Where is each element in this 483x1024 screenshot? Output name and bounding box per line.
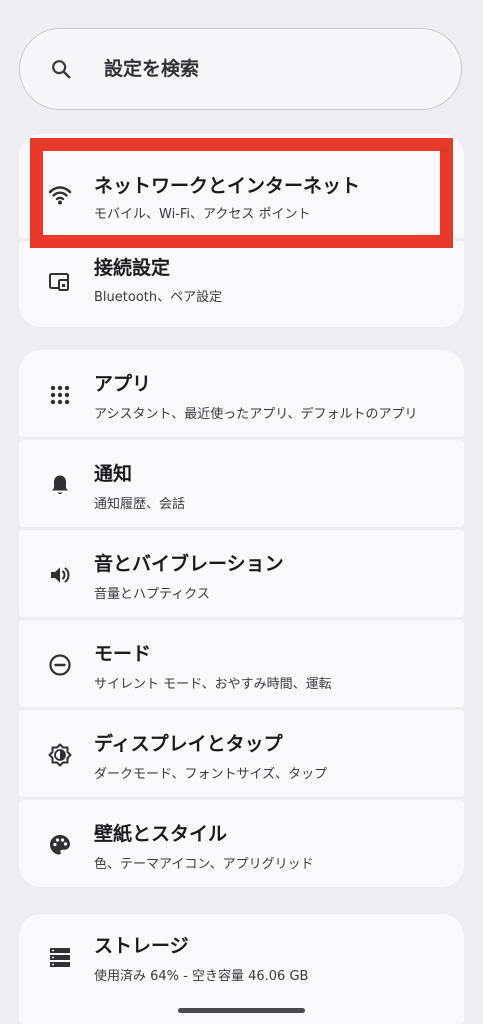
palette-icon bbox=[50, 835, 70, 855]
item-subtitle: モバイル、Wi-Fi、アクセス ポイント bbox=[94, 207, 311, 222]
apps-grid-icon bbox=[50, 385, 70, 405]
volume-icon bbox=[51, 567, 70, 583]
search-bar[interactable]: 設定を検索 bbox=[19, 28, 462, 110]
settings-group-connectivity: ネットワークとインターネット モバイル、Wi-Fi、アクセス ポイント 接続設定… bbox=[19, 134, 464, 327]
settings-item-wallpaper-style[interactable]: 壁紙とスタイル 色、テーマアイコン、アプリグリッド bbox=[19, 800, 464, 887]
item-subtitle: ダークモード、フォントサイズ、タップ bbox=[94, 767, 328, 782]
item-subtitle: 色、テーマアイコン、アプリグリッド bbox=[94, 857, 314, 872]
item-title: 音とバイブレーション bbox=[94, 553, 284, 575]
item-title: ネットワークとインターネット bbox=[94, 175, 361, 197]
item-title: モード bbox=[94, 643, 152, 665]
settings-item-network-internet[interactable]: ネットワークとインターネット モバイル、Wi-Fi、アクセス ポイント bbox=[19, 134, 464, 238]
item-title: アプリ bbox=[94, 373, 152, 395]
settings-item-display-touch[interactable]: ディスプレイとタップ ダークモード、フォントサイズ、タップ bbox=[19, 710, 464, 797]
brightness-icon bbox=[48, 743, 72, 767]
item-subtitle: アシスタント、最近使ったアプリ、デフォルトのアプリ bbox=[94, 407, 418, 422]
item-subtitle: サイレント モード、おやすみ時間、運転 bbox=[94, 677, 332, 692]
storage-icon bbox=[50, 948, 70, 967]
item-subtitle: 通知履歴、会話 bbox=[94, 497, 186, 512]
item-subtitle: 音量とハプティクス bbox=[94, 587, 210, 602]
item-subtitle: 使用済み 64% - 空き容量 46.06 GB bbox=[94, 969, 309, 984]
item-subtitle: Bluetooth、ペア設定 bbox=[94, 290, 223, 305]
connected-devices-icon bbox=[49, 273, 69, 291]
wifi-icon bbox=[48, 186, 72, 205]
search-icon bbox=[52, 60, 71, 79]
search-placeholder: 設定を検索 bbox=[104, 58, 200, 80]
settings-item-apps[interactable]: アプリ アシスタント、最近使ったアプリ、デフォルトのアプリ bbox=[19, 350, 464, 437]
settings-group-apps-display: アプリ アシスタント、最近使ったアプリ、デフォルトのアプリ 通知 通知履歴、会話… bbox=[19, 350, 464, 887]
settings-item-modes[interactable]: モード サイレント モード、おやすみ時間、運転 bbox=[19, 620, 464, 707]
item-title: 接続設定 bbox=[94, 257, 171, 279]
settings-item-notifications[interactable]: 通知 通知履歴、会話 bbox=[19, 440, 464, 527]
do-not-disturb-icon bbox=[49, 654, 71, 676]
item-title: 壁紙とスタイル bbox=[94, 823, 228, 845]
item-title: ディスプレイとタップ bbox=[94, 733, 283, 755]
settings-item-connected-devices[interactable]: 接続設定 Bluetooth、ペア設定 bbox=[19, 241, 464, 327]
item-title: 通知 bbox=[94, 463, 133, 485]
home-indicator[interactable] bbox=[178, 1008, 305, 1013]
settings-item-sound-vibration[interactable]: 音とバイブレーション 音量とハプティクス bbox=[19, 530, 464, 617]
item-title: ストレージ bbox=[94, 935, 189, 957]
bell-icon bbox=[52, 475, 68, 494]
